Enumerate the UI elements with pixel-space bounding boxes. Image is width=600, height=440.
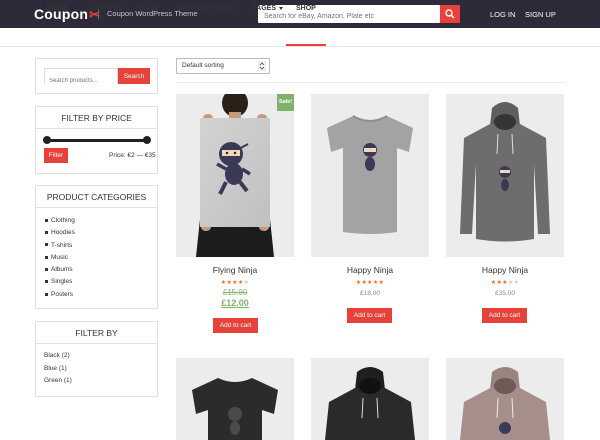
old-price: £15.00 [222, 288, 248, 297]
product-search-box[interactable] [44, 68, 118, 88]
category-item-music[interactable]: Music [45, 254, 75, 266]
search-icon [445, 9, 455, 19]
black-tshirt-image [176, 358, 294, 440]
divider [176, 82, 566, 83]
product-image[interactable] [311, 358, 429, 440]
divider [35, 207, 158, 208]
nav-options-panel[interactable]: OPTIONS PANEL [177, 5, 241, 12]
category-item-albums[interactable]: Albums [45, 266, 75, 278]
star-rating: ★★★★★ [220, 280, 250, 286]
chevron-down-icon [236, 6, 241, 10]
product-image[interactable] [176, 94, 294, 257]
filter-option-black[interactable]: Black (2) [44, 352, 72, 365]
select-arrows-icon [258, 61, 266, 71]
product-search-button[interactable]: Search [118, 68, 150, 84]
category-item-singles[interactable]: Singles [45, 278, 75, 290]
header-search-input[interactable] [258, 7, 440, 26]
product-title[interactable]: Happy Ninja [446, 265, 564, 275]
ninja-poster-image [176, 94, 294, 257]
product-image[interactable] [446, 358, 564, 440]
product-title[interactable]: Flying Ninja [176, 265, 294, 275]
product-title[interactable]: Happy Ninja [311, 265, 429, 275]
nav-pages[interactable]: PAGES [252, 5, 283, 12]
add-to-cart-button[interactable]: Add to cart [347, 308, 392, 323]
nav-coupons[interactable]: COUPONS [87, 5, 122, 12]
price-range-slider[interactable] [46, 139, 147, 142]
categories-title: PRODUCT CATEGORIES [46, 192, 147, 202]
filter-by-title: FILTER BY [75, 328, 118, 338]
signup-link[interactable]: SIGN UP [525, 10, 556, 19]
product-price: £35.00 [495, 290, 515, 297]
star-rating: ★★★★★ [490, 280, 520, 286]
filter-option-blue[interactable]: Blue (1) [44, 365, 72, 378]
black-hoodie-image [311, 358, 429, 440]
filter-button[interactable]: Filter [44, 148, 68, 163]
pink-hoodie-image [446, 358, 564, 440]
add-to-cart-button[interactable]: Add to cart [213, 318, 258, 333]
category-item-tshirts[interactable]: T-shirts [45, 242, 75, 254]
nav-shop[interactable]: SHOP [296, 5, 316, 12]
category-item-clothing[interactable]: Clothing [45, 217, 75, 229]
filter-by-list: Black (2) Blue (1) Green (1) [44, 352, 72, 390]
add-to-cart-button[interactable]: Add to cart [482, 308, 527, 323]
price-range-label: Price: €2 — €35 [109, 152, 156, 159]
ninja-hoodie-image [446, 94, 564, 257]
divider [35, 128, 158, 129]
active-nav-indicator [286, 44, 326, 46]
product-image[interactable] [176, 358, 294, 440]
product-search-input[interactable] [45, 74, 117, 88]
nav-home[interactable]: HOME [47, 5, 68, 12]
divider [35, 343, 158, 344]
product-image[interactable] [446, 94, 564, 257]
product-price: £18.00 [360, 290, 380, 297]
category-item-hoodies[interactable]: Hoodies [45, 229, 75, 241]
sorting-select[interactable]: Default sorting [176, 58, 270, 74]
category-list: Clothing Hoodies T-shirts Music Albums S… [45, 217, 75, 303]
star-rating: ★★★★★ [355, 280, 385, 286]
product-image[interactable] [311, 94, 429, 257]
filter-option-green[interactable]: Green (1) [44, 377, 72, 390]
header-search-box[interactable] [258, 5, 440, 26]
category-item-posters[interactable]: Posters [45, 291, 75, 303]
sale-price: £12.00 [221, 298, 249, 308]
chevron-down-icon [279, 6, 283, 10]
price-filter-title: FILTER BY PRICE [61, 113, 132, 123]
login-link[interactable]: LOG IN [490, 10, 515, 19]
price-min-handle[interactable] [43, 136, 51, 144]
nav-blog[interactable]: BLOG [138, 5, 158, 12]
sale-badge: Sale! [277, 94, 294, 111]
ninja-tshirt-image [311, 94, 429, 257]
price-max-handle[interactable] [143, 136, 151, 144]
header-search-button[interactable] [440, 5, 460, 23]
